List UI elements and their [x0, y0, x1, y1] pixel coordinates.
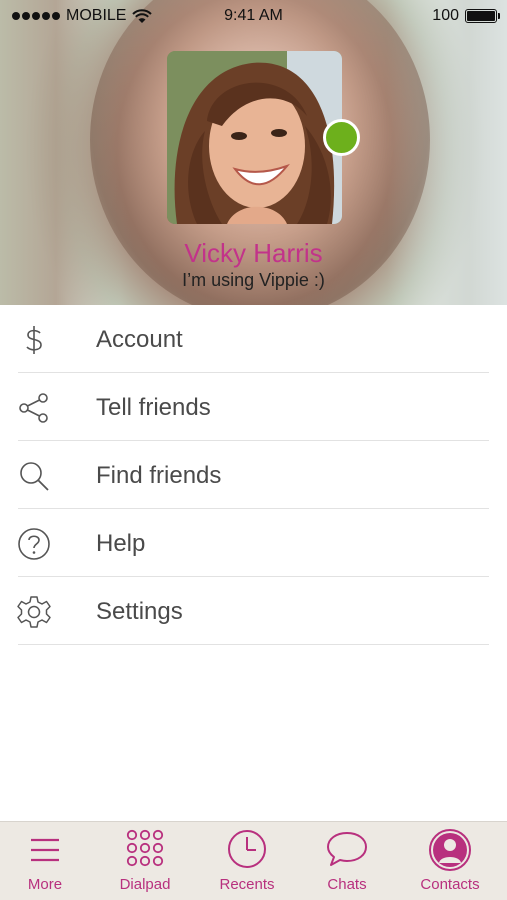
chat-bubble-icon — [327, 832, 367, 866]
menu-item-label: Tell friends — [96, 394, 211, 421]
hamburger-icon — [31, 838, 59, 862]
battery-percent: 100 — [432, 7, 459, 24]
status-time: 9:41 AM — [224, 7, 283, 24]
tab-label: Recents — [219, 876, 275, 893]
menu-item-label: Help — [96, 530, 146, 557]
tab-label: Contacts — [420, 876, 480, 893]
contact-icon — [429, 829, 471, 871]
menu-item-help[interactable]: Help — [0, 509, 507, 577]
tab-recents[interactable]: Recents — [197, 822, 297, 900]
tab-label: Chats — [327, 876, 367, 893]
tab-bar: More Dialpad Recents Chats Contacts — [0, 821, 507, 900]
dialpad-icon — [126, 829, 164, 867]
menu-item-label: Account — [96, 326, 183, 353]
search-icon — [20, 462, 49, 491]
tab-label: More — [27, 876, 63, 893]
profile-name[interactable]: Vicky Harris — [0, 238, 507, 269]
menu-item-settings[interactable]: Settings — [0, 577, 507, 645]
menu-item-label: Find friends — [96, 462, 222, 489]
tab-more[interactable]: More — [0, 822, 95, 900]
gear-icon — [17, 596, 51, 628]
menu-item-tell-friends[interactable]: Tell friends — [0, 373, 507, 441]
menu-item-account[interactable]: Account — [0, 305, 507, 373]
avatar[interactable] — [167, 51, 342, 224]
menu-item-find-friends[interactable]: Find friends — [0, 441, 507, 509]
battery-icon — [465, 9, 500, 23]
tab-dialpad[interactable]: Dialpad — [95, 822, 195, 900]
avatar-photo — [167, 51, 342, 224]
settings-menu: Account Tell friends Find friends Help S… — [0, 305, 507, 645]
tab-label: Dialpad — [119, 876, 171, 893]
tab-chats[interactable]: Chats — [297, 822, 397, 900]
dollar-icon — [26, 326, 42, 354]
menu-item-label: Settings — [96, 598, 183, 625]
status-right: 100 — [432, 7, 500, 25]
status-bar: MOBILE 9:41 AM 100 — [0, 0, 507, 32]
profile-status-message[interactable]: I’m using Vippie :) — [0, 270, 507, 291]
help-icon — [18, 528, 50, 560]
profile-header: MOBILE 9:41 AM 100 Vicky Harris I’m usin… — [0, 0, 507, 305]
divider — [18, 644, 489, 645]
share-icon — [19, 393, 48, 423]
clock-icon — [228, 830, 266, 868]
online-status-indicator — [323, 119, 360, 156]
tab-contacts[interactable]: Contacts — [400, 822, 500, 900]
